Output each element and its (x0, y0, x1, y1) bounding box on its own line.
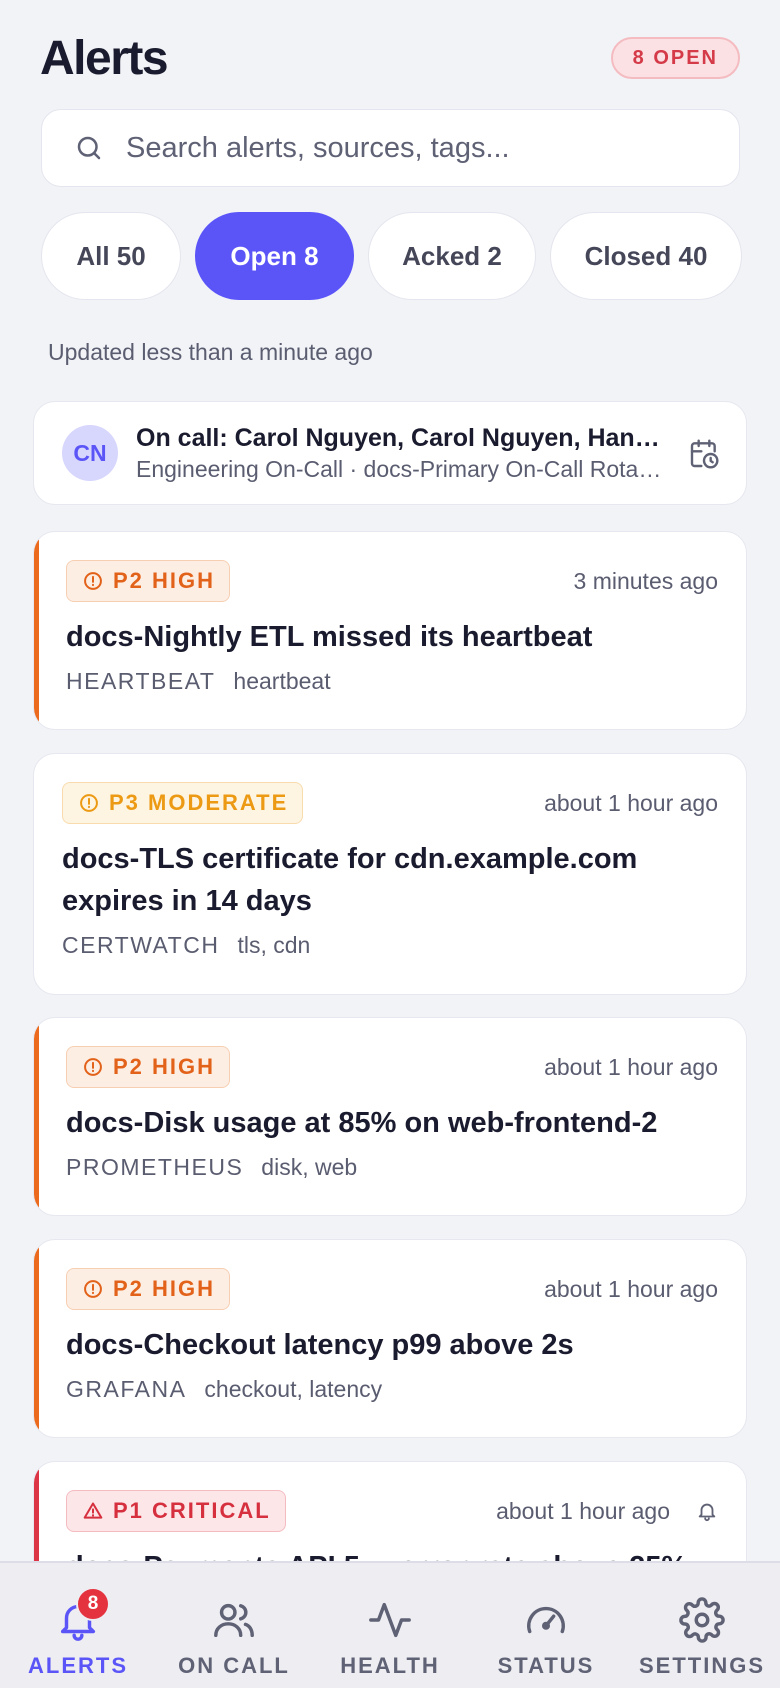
alert-card[interactable]: P2 HIGH about 1 hour ago docs-Checkout l… (33, 1239, 747, 1438)
tab-label: STATUS (497, 1653, 595, 1678)
oncall-subtitle: Engineering On-Call · docs-Primary On-Ca… (136, 455, 666, 482)
search-bar[interactable] (41, 109, 740, 187)
users-icon (214, 1603, 254, 1638)
alert-tags: heartbeat (233, 668, 331, 694)
tab-label: SETTINGS (638, 1653, 765, 1678)
alert-time: about 1 hour ago (544, 789, 718, 816)
alerts-count-badge: 8 (76, 1587, 110, 1621)
search-input[interactable] (126, 131, 686, 165)
bottom-tab-bar: 8 ALERTS ON CALL HEALTH STATUS SETTINGS (0, 1561, 780, 1688)
alert-circle-icon (80, 794, 98, 812)
alert-tags: tls, cdn (237, 932, 311, 958)
alert-card[interactable]: P3 MODERATE about 1 hour ago docs-TLS ce… (33, 753, 747, 995)
avatar: CN (62, 425, 118, 481)
filter-all[interactable]: All 50 (41, 212, 181, 300)
tab-status[interactable]: STATUS (468, 1563, 624, 1688)
calendar-clock-icon[interactable] (688, 438, 720, 470)
priority-badge: P2 HIGH (66, 1046, 231, 1088)
alert-title: docs-Nightly ETL missed its heartbeat (66, 621, 593, 653)
gear-icon (679, 1597, 725, 1643)
gauge-icon (527, 1606, 565, 1634)
page-title: Alerts (40, 31, 169, 85)
filter-acked[interactable]: Acked 2 (368, 212, 536, 300)
filter-closed[interactable]: Closed 40 (550, 212, 742, 300)
alert-tags: disk, web (261, 1154, 358, 1180)
alert-title: docs-Disk usage at 85% on web-frontend-2 (66, 1107, 658, 1139)
alert-tags: checkout, latency (204, 1376, 383, 1402)
alert-circle-icon (84, 1280, 102, 1298)
tab-label: HEALTH (340, 1653, 440, 1678)
priority-stripe (34, 1240, 39, 1437)
filter-chips: All 50 Open 8 Acked 2 Closed 40 (41, 212, 742, 300)
oncall-card[interactable]: CN On call: Carol Nguyen, Carol Nguyen, … (33, 401, 747, 505)
warning-triangle-icon (83, 1502, 103, 1519)
alert-circle-icon (84, 572, 102, 590)
alert-circle-icon (84, 1058, 102, 1076)
alert-source: PROMETHEUS (66, 1154, 244, 1180)
filter-open[interactable]: Open 8 (195, 212, 354, 300)
priority-stripe (34, 1018, 39, 1215)
oncall-title: On call: Carol Nguyen, Carol Nguyen, Han… (136, 423, 666, 452)
alert-time: about 1 hour ago (544, 1053, 718, 1080)
alert-time: 3 minutes ago (573, 567, 718, 594)
priority-badge: P1 CRITICAL (66, 1490, 286, 1532)
alert-card[interactable]: P2 HIGH 3 minutes ago docs-Nightly ETL m… (33, 531, 747, 730)
alert-card[interactable]: P2 HIGH about 1 hour ago docs-Disk usage… (33, 1017, 747, 1216)
alert-source: CERTWATCH (62, 932, 220, 958)
alert-time: about 1 hour ago (544, 1275, 718, 1302)
tab-label: ON CALL (178, 1653, 290, 1678)
open-count-badge: 8 OPEN (610, 37, 740, 79)
tab-settings[interactable]: SETTINGS (624, 1563, 780, 1688)
bell-icon[interactable] (696, 1500, 718, 1522)
priority-stripe (34, 532, 39, 729)
search-icon (77, 136, 101, 160)
tab-on-call[interactable]: ON CALL (156, 1563, 312, 1688)
alert-source: HEARTBEAT (66, 668, 216, 694)
priority-badge: P2 HIGH (66, 560, 231, 602)
alert-title: docs-Checkout latency p99 above 2s (66, 1329, 574, 1361)
priority-badge: P3 MODERATE (62, 782, 304, 824)
header: Alerts 8 OPEN (40, 28, 740, 88)
priority-badge: P2 HIGH (66, 1268, 231, 1310)
alert-title: docs-TLS certificate for cdn.example.com… (62, 843, 638, 917)
tab-label: ALERTS (28, 1653, 128, 1678)
alert-source: GRAFANA (66, 1376, 187, 1402)
tab-alerts[interactable]: 8 ALERTS (0, 1563, 156, 1688)
alert-time: about 1 hour ago (496, 1498, 718, 1525)
updated-text: Updated less than a minute ago (48, 339, 373, 365)
activity-icon (369, 1602, 411, 1638)
tab-health[interactable]: HEALTH (312, 1563, 468, 1688)
